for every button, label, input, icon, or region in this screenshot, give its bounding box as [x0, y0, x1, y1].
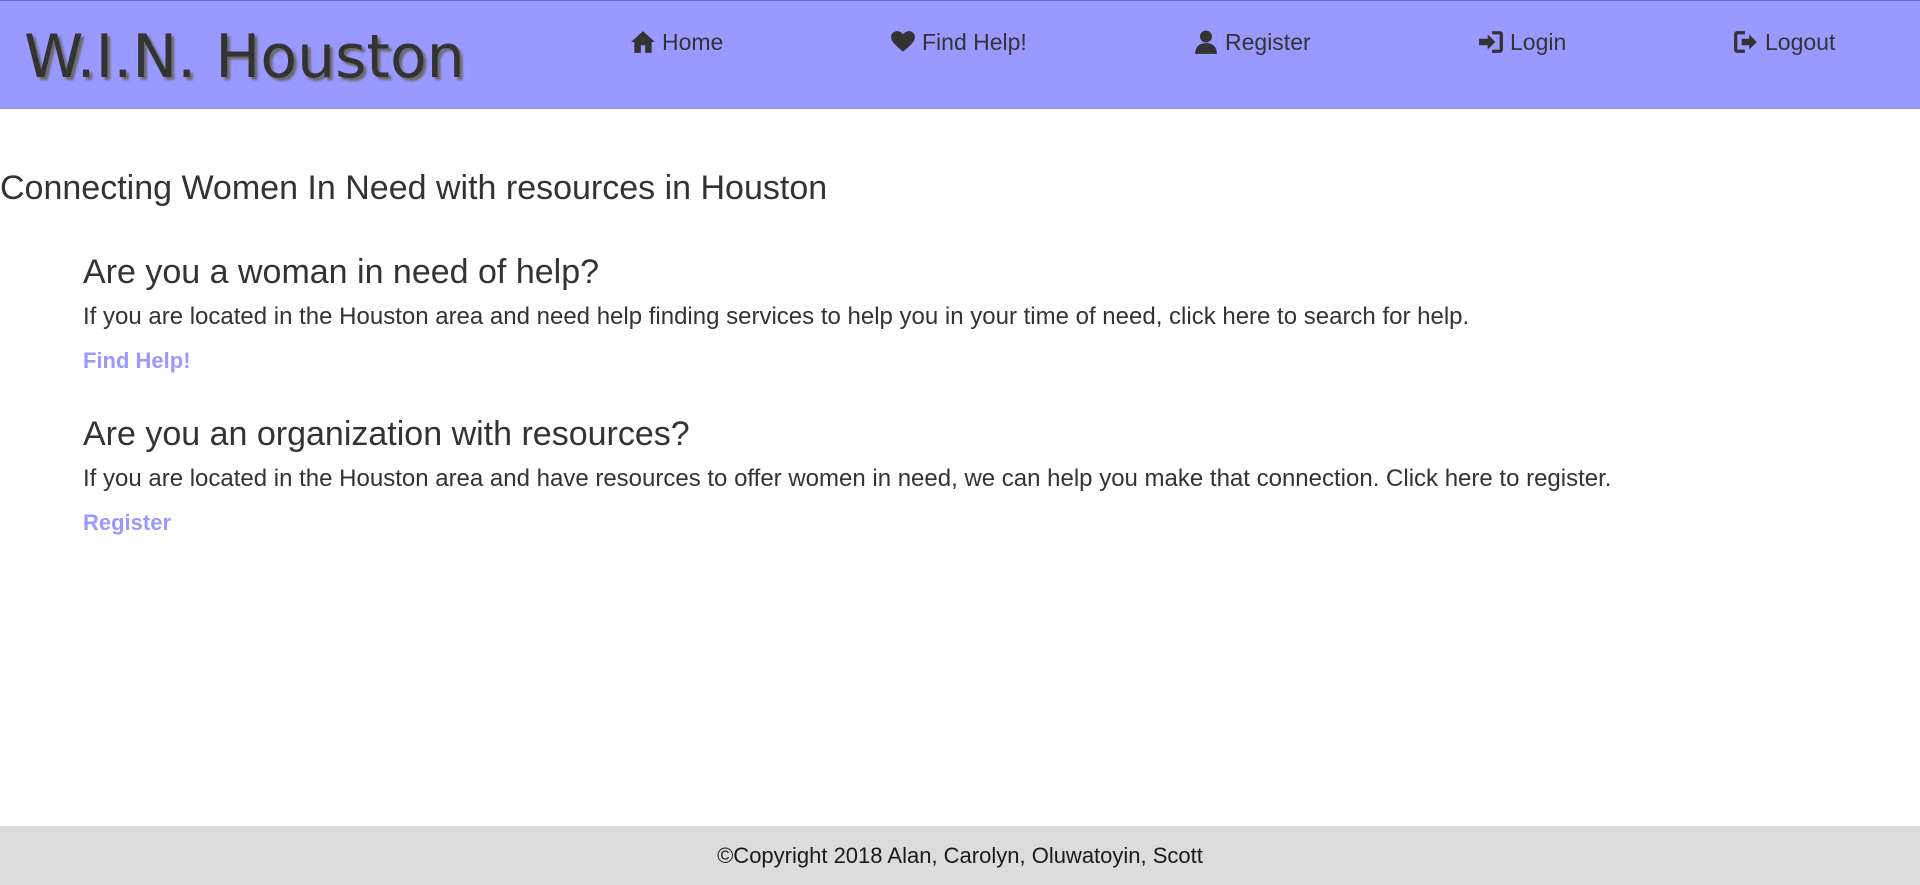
- organization-description: If you are located in the Houston area a…: [83, 465, 1612, 492]
- nav-logout-label: Logout: [1765, 28, 1836, 55]
- nav-find-help-link[interactable]: Find Help!: [890, 27, 1027, 57]
- register-link[interactable]: Register: [83, 509, 171, 537]
- nav-register-label: Register: [1225, 28, 1311, 55]
- help-seeker-section: Are you a woman in need of help? If you …: [83, 251, 1883, 375]
- nav-login-link[interactable]: Login: [1478, 27, 1566, 57]
- find-help-link[interactable]: Find Help!: [83, 347, 191, 375]
- help-seeker-heading: Are you a woman in need of help?: [83, 253, 600, 291]
- page-tagline: Connecting Women In Need with resources …: [0, 169, 828, 207]
- login-icon: [1479, 31, 1503, 53]
- user-icon: [1195, 30, 1217, 54]
- nav-logout-link[interactable]: Logout: [1733, 27, 1835, 57]
- navbar: W.I.N. Houston Home Find Help! Register …: [0, 0, 1920, 109]
- copyright-text: ©Copyright 2018 Alan, Carolyn, Oluwatoyi…: [717, 842, 1203, 868]
- logout-icon: [1734, 31, 1757, 53]
- organization-section: Are you an organization with resources? …: [83, 413, 1883, 537]
- nav-register-link[interactable]: Register: [1193, 27, 1311, 57]
- nav-home-link[interactable]: Home: [630, 27, 723, 57]
- organization-heading: Are you an organization with resources?: [83, 415, 690, 453]
- help-seeker-description: If you are located in the Houston area a…: [83, 303, 1470, 330]
- heart-icon: [891, 31, 915, 52]
- home-icon: [631, 31, 655, 53]
- brand-title[interactable]: W.I.N. Houston: [24, 21, 465, 93]
- nav-home-label: Home: [662, 28, 724, 55]
- nav-find-help-label: Find Help!: [922, 28, 1027, 55]
- nav-login-label: Login: [1510, 28, 1567, 55]
- footer: ©Copyright 2018 Alan, Carolyn, Oluwatoyi…: [0, 826, 1920, 885]
